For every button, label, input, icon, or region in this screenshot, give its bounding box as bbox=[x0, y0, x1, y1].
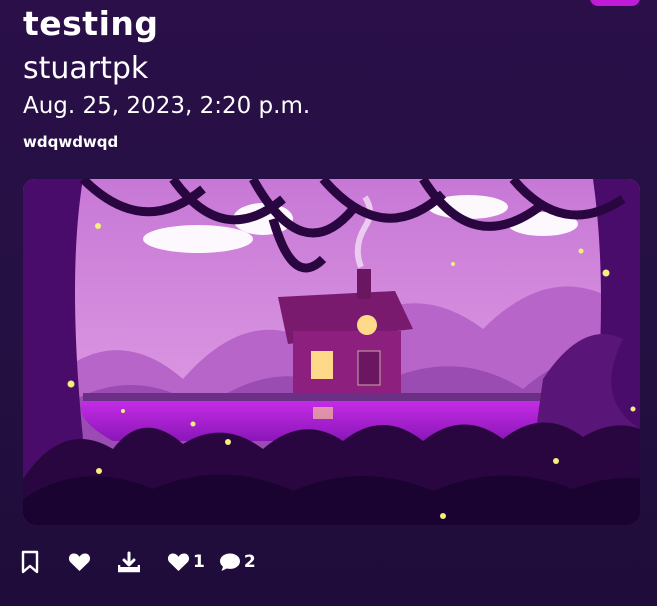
bookmark-button[interactable] bbox=[21, 550, 41, 574]
post-date: Aug. 25, 2023, 2:20 p.m. bbox=[23, 93, 311, 119]
likes-count[interactable]: 1 bbox=[167, 552, 205, 572]
heart-icon bbox=[68, 553, 91, 572]
bookmark-icon bbox=[21, 550, 39, 574]
post-actions: 1 2 bbox=[21, 548, 256, 576]
like-button[interactable] bbox=[68, 552, 92, 572]
download-button[interactable] bbox=[118, 551, 142, 573]
comments-count-label: 2 bbox=[243, 552, 256, 572]
post-title: testing bbox=[23, 4, 159, 43]
heart-icon bbox=[167, 553, 190, 572]
comment-icon bbox=[219, 553, 240, 571]
haunted-house-illustration bbox=[23, 179, 640, 525]
post-author[interactable]: stuartpk bbox=[23, 51, 148, 86]
likes-count-label: 1 bbox=[193, 552, 205, 572]
post-image[interactable] bbox=[23, 179, 640, 525]
post-description: wdqwdwqd bbox=[23, 133, 119, 151]
top-tab-button[interactable] bbox=[590, 0, 640, 6]
download-icon bbox=[118, 551, 140, 573]
comments-count[interactable]: 2 bbox=[219, 552, 256, 572]
